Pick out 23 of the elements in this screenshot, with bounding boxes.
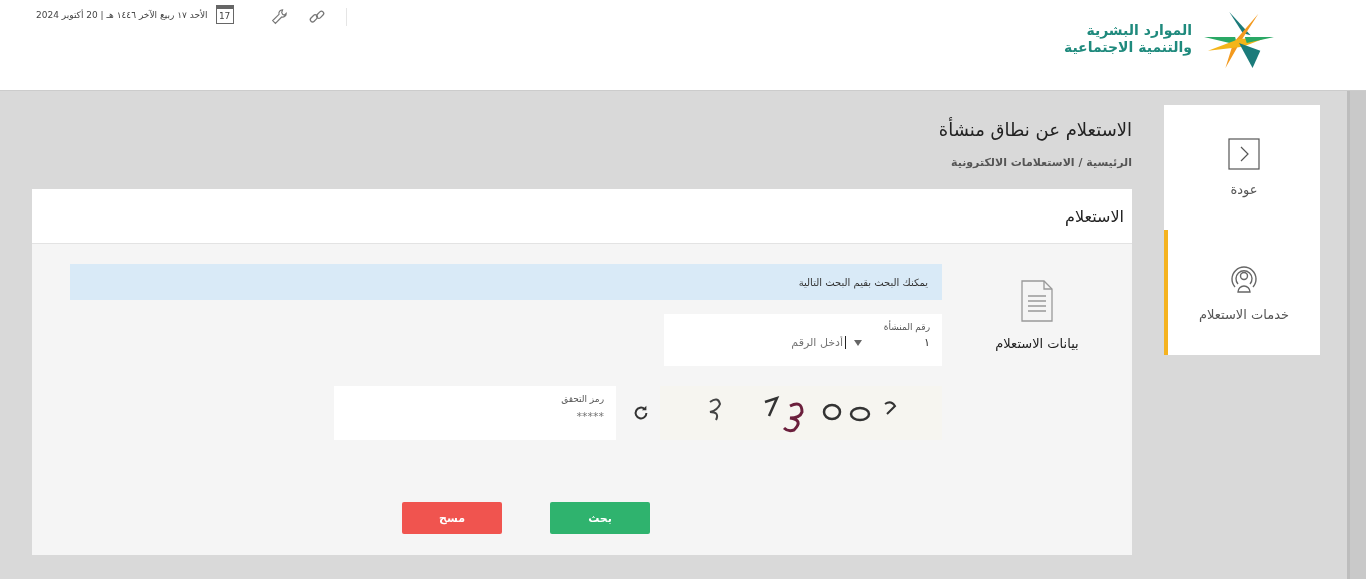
prefix-value: ١ [923, 336, 930, 349]
field-label: رمز التحقق [560, 394, 604, 404]
dropdown-arrow-icon [854, 339, 862, 346]
page-title: الاستعلام عن نطاق منشأة [937, 119, 1132, 140]
card-title: الاستعلام [1065, 206, 1124, 226]
section-label: بيانات الاستعلام [995, 336, 1079, 351]
date-text: الأحد ١٧ ربيع الآخر ١٤٤٦ هـ | 20 أكتوبر 2024 [36, 9, 208, 20]
scrollbar[interactable] [1347, 91, 1366, 579]
calendar-icon: 17 [215, 5, 234, 24]
wrench-icon[interactable] [270, 8, 288, 26]
sidebar-item[interactable]: خدمات الاستعلام [1164, 230, 1320, 355]
logo-text: الموارد البشرية [1085, 22, 1192, 39]
link-icon[interactable] [308, 8, 326, 26]
logo-text: والتنمية الاجتماعية [1063, 39, 1192, 56]
chevron-icon [1228, 138, 1260, 170]
document-icon [1021, 280, 1053, 322]
code-input[interactable]: ***** [454, 410, 604, 423]
broadcast-person-icon [1228, 263, 1260, 295]
field-label: رقم المنشأة [882, 322, 930, 332]
sidebar-item[interactable]: عودة [1164, 105, 1320, 230]
info-alert: يمكنك البحث بقيم البحث التالية [70, 264, 942, 300]
refresh-icon[interactable] [632, 404, 650, 422]
breadcrumb: الرئيسية / الاستعلامات الالكترونية [950, 156, 1132, 169]
